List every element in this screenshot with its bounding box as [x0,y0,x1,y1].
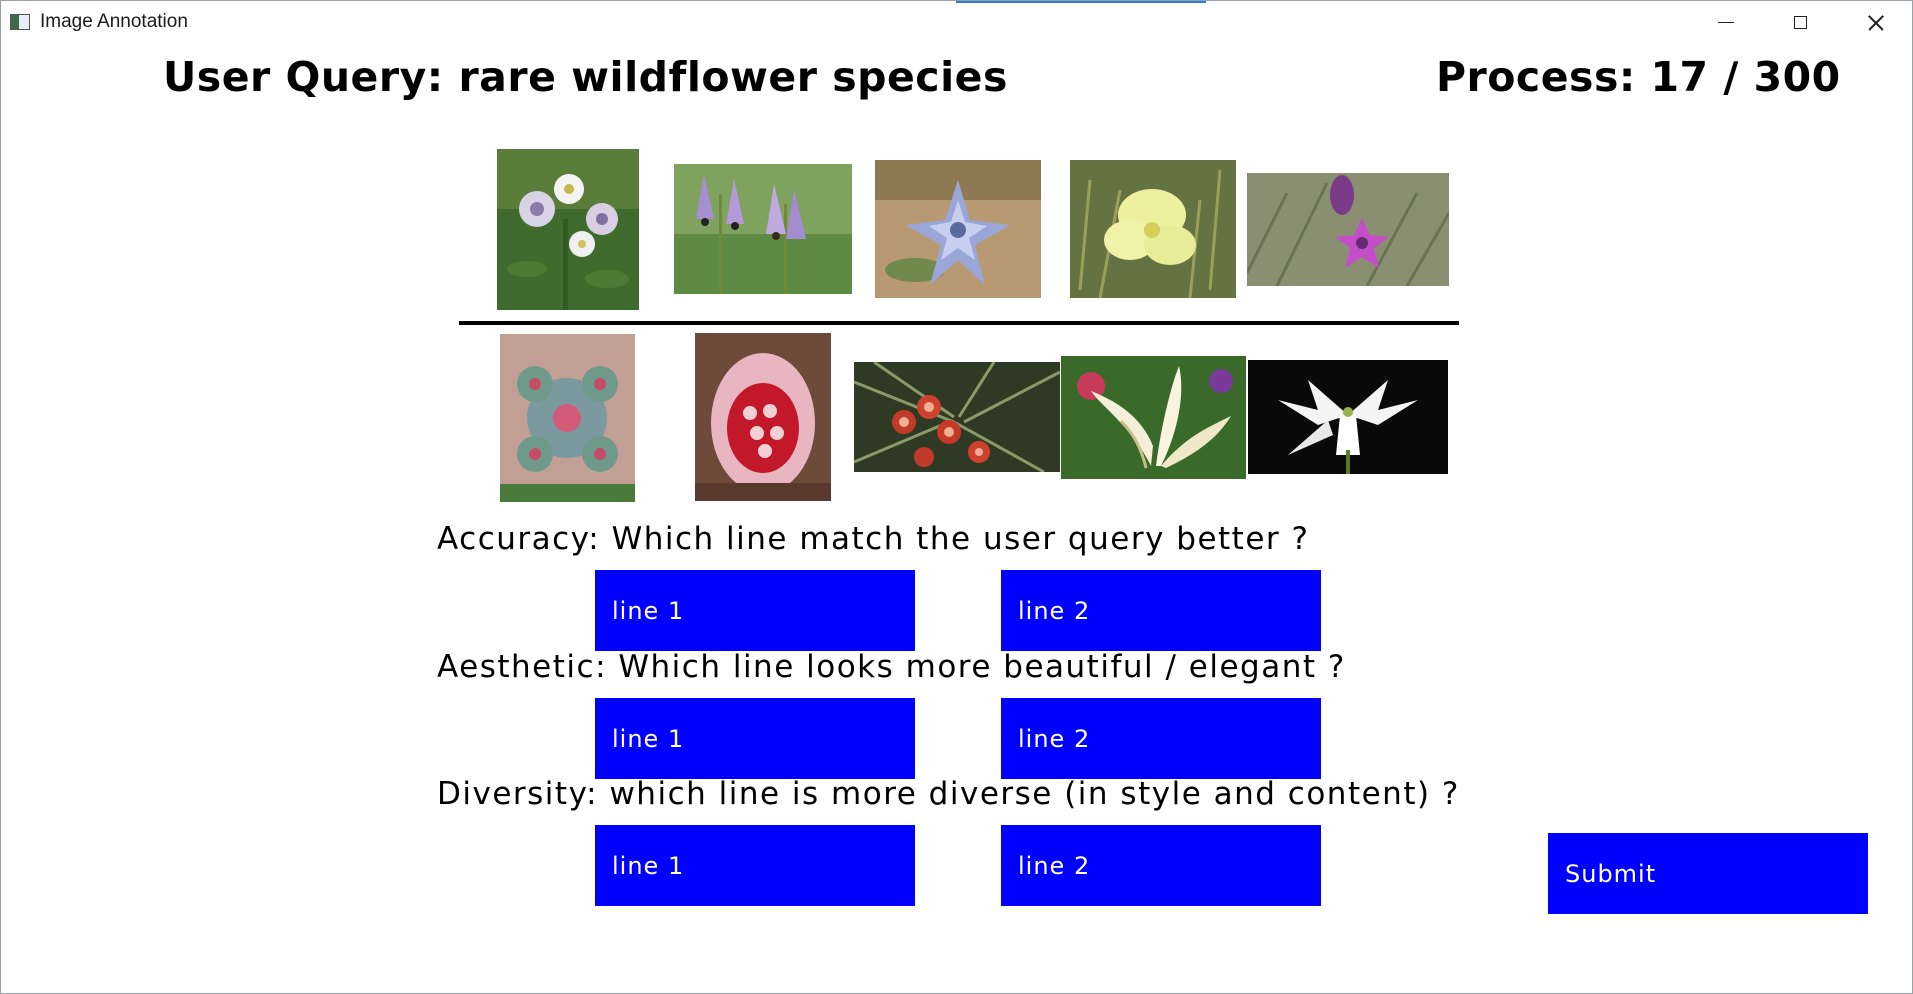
line2-image-3 [854,362,1060,472]
line1-image-1 [497,149,639,310]
line-divider [459,321,1459,325]
accuracy-question: Accuracy: Which line match the user quer… [437,521,1310,557]
aesthetic-line2-button[interactable]: line 2 [1001,698,1321,779]
line1-image-3 [875,160,1041,298]
aesthetic-question: Aesthetic: Which line looks more beautif… [437,649,1346,685]
accuracy-line2-button[interactable]: line 2 [1001,570,1321,651]
app-window: Image Annotation User Query: rare wildfl… [0,0,1913,994]
process-counter: Process: 17 / 300 [1436,53,1841,101]
line1-image-2 [674,164,852,294]
submit-button[interactable]: Submit [1548,833,1868,914]
aesthetic-line1-button[interactable]: line 1 [595,698,915,779]
diversity-question: Diversity: which line is more diverse (i… [437,776,1460,812]
minimize-icon [1718,21,1734,24]
window-title: Image Annotation [40,11,188,32]
diversity-line2-button[interactable]: line 2 [1001,825,1321,906]
user-query-heading: User Query: rare wildflower species [163,53,1008,101]
line2-image-2 [695,333,831,501]
line2-image-4 [1061,356,1246,479]
diversity-line1-button[interactable]: line 1 [595,825,915,906]
app-window-icon [10,14,30,30]
accuracy-line1-button[interactable]: line 1 [595,570,915,651]
line1-image-4 [1070,160,1236,298]
title-bar[interactable]: Image Annotation [1,1,1912,44]
maximize-icon [1793,16,1807,29]
line2-image-5 [1248,360,1448,474]
close-button[interactable] [1841,1,1911,44]
line1-image-5 [1247,173,1449,286]
title-bar-accent [956,1,1206,3]
close-icon [1867,14,1885,32]
maximize-button[interactable] [1765,1,1835,44]
line2-image-1 [500,334,635,502]
minimize-button[interactable] [1691,1,1761,44]
